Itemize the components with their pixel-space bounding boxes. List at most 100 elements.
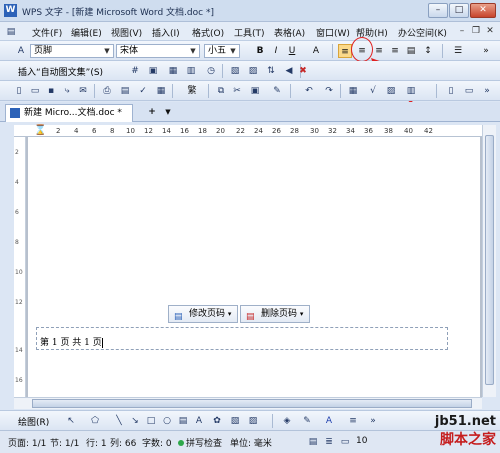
show-text-icon[interactable]: ▨ — [246, 64, 260, 78]
mail-icon[interactable]: ✉ — [76, 84, 90, 98]
document-page[interactable]: ▤ 修改页码 ▾ ▤ 删除页码 ▾ 第 1 页 共 1 页 — [28, 137, 480, 397]
traditional-chinese-button[interactable]: 繁 — [180, 84, 204, 98]
textbox-icon[interactable]: ▤ — [176, 414, 190, 428]
web-view-icon[interactable]: ▭ — [338, 435, 352, 449]
menu-office-space[interactable]: 办公空间(K) — [398, 26, 447, 39]
menu-window[interactable]: 窗口(W) — [316, 26, 350, 39]
print-icon[interactable]: ⎙ — [100, 84, 114, 98]
vertical-ruler[interactable]: 2 4 6 8 10 12 14 16 — [14, 137, 26, 397]
doc-restore-button[interactable]: ❐ — [470, 25, 482, 37]
underline-button[interactable]: U — [286, 44, 298, 58]
indent-marker-icon[interactable]: ⌛ — [34, 125, 46, 136]
edit-page-number-button[interactable]: ▤ 修改页码 ▾ — [168, 305, 239, 323]
format-painter-icon[interactable]: ✎ — [270, 84, 284, 98]
columns-icon[interactable]: ▯ — [444, 84, 458, 98]
date-icon[interactable]: ▥ — [184, 64, 198, 78]
spellcheck-icon[interactable]: ✓ — [136, 84, 150, 98]
undo-icon[interactable]: ↶ — [302, 84, 316, 98]
zoom-icon[interactable]: ▭ — [462, 84, 476, 98]
menu-tools[interactable]: 工具(T) — [234, 26, 265, 39]
menu-table[interactable]: 表格(A) — [274, 26, 305, 39]
export-pdf-icon[interactable]: ⤷ — [60, 84, 74, 98]
print-preview-icon[interactable]: ▤ — [118, 84, 132, 98]
maximize-button[interactable]: □ — [449, 3, 469, 18]
formula-icon[interactable]: √ — [366, 84, 380, 98]
previous-icon[interactable]: ◀ — [282, 64, 296, 78]
delete-page-number-label: 删除页码 — [261, 309, 298, 319]
new-tab-button[interactable]: + — [143, 105, 161, 119]
paste-icon[interactable]: ▣ — [248, 84, 262, 98]
open-icon[interactable]: ▭ — [28, 84, 42, 98]
italic-button[interactable]: I — [270, 44, 282, 58]
footer-area[interactable]: 第 1 页 共 1 页 — [36, 327, 448, 350]
insert-autotext-button[interactable]: 插入“自动图文集”(S) — [18, 65, 103, 78]
horizontal-ruler[interactable]: ⌛ 2 4 6 8 10 12 14 16 18 20 22 24 26 28 … — [14, 125, 484, 137]
numbering-button[interactable]: ☰ — [450, 44, 466, 58]
bold-button[interactable]: B — [254, 44, 266, 58]
vertical-scrollbar[interactable] — [482, 125, 496, 397]
autoshapes-icon[interactable]: ⬠ — [88, 414, 102, 428]
doc-menu-icon[interactable]: ▤ — [4, 25, 18, 39]
menu-insert[interactable]: 插入(I) — [152, 26, 180, 39]
fill-color-icon[interactable]: ◈ — [280, 414, 294, 428]
scroll-thumb[interactable] — [32, 399, 472, 408]
doc-minimize-button[interactable]: – — [456, 25, 468, 37]
time-icon[interactable]: ◷ — [204, 64, 218, 78]
font-color-icon[interactable]: A — [322, 414, 336, 428]
diagram-icon[interactable]: ✿ — [210, 414, 224, 428]
spellcheck-status[interactable]: 拼写检查 — [178, 436, 222, 449]
horizontal-scrollbar[interactable] — [14, 397, 482, 409]
page-view-icon[interactable]: ▤ — [306, 435, 320, 449]
page-number-icon[interactable]: # — [128, 64, 142, 78]
outline-view-icon[interactable]: ≣ — [322, 435, 336, 449]
font-color-button[interactable]: A — [310, 44, 322, 58]
tab-new-document[interactable]: 新建 Micro...文档.doc * — [5, 104, 133, 122]
switch-header-footer-icon[interactable]: ⇅ — [264, 64, 278, 78]
picture-icon[interactable]: ▨ — [246, 414, 260, 428]
oval-icon[interactable]: ○ — [160, 414, 174, 428]
arrow-icon[interactable]: ↘ — [128, 414, 142, 428]
wordart-icon[interactable]: A — [192, 414, 206, 428]
zoom-level[interactable]: 10 — [356, 436, 367, 446]
format-page-number-icon[interactable]: ▦ — [166, 64, 180, 78]
minimize-button[interactable]: – — [428, 3, 448, 18]
menu-edit[interactable]: 编辑(E) — [71, 26, 102, 39]
cut-icon[interactable]: ▦ — [154, 84, 168, 98]
more-options-button[interactable]: » — [478, 44, 494, 58]
copy-icon[interactable]: ⧉ — [214, 84, 228, 98]
insert-chart-icon[interactable]: ▥ — [404, 84, 418, 98]
menu-file[interactable]: 文件(F) — [32, 26, 62, 39]
insert-table-icon[interactable]: ▦ — [346, 84, 360, 98]
clipart-icon[interactable]: ▧ — [228, 414, 242, 428]
more-drawing-icon[interactable]: » — [366, 414, 380, 428]
menu-format[interactable]: 格式(O) — [192, 26, 224, 39]
page-setup-icon[interactable]: ▧ — [228, 64, 242, 78]
cut-scissors-icon[interactable]: ✂ — [230, 84, 244, 98]
delete-page-number-button[interactable]: ▤ 删除页码 ▾ — [240, 305, 311, 323]
line-spacing-button[interactable]: ↕ — [420, 44, 436, 58]
redo-icon[interactable]: ↷ — [322, 84, 336, 98]
line-color-icon[interactable]: ✎ — [300, 414, 314, 428]
select-pointer-icon[interactable]: ↖ — [64, 414, 78, 428]
page-count-icon[interactable]: ▣ — [146, 64, 160, 78]
menu-view[interactable]: 视图(V) — [111, 26, 142, 39]
style-dropdown[interactable]: 页脚 ▼ — [30, 44, 114, 58]
rectangle-icon[interactable]: □ — [144, 414, 158, 428]
footer-text[interactable]: 第 1 页 共 1 页 — [40, 335, 103, 348]
document-workspace: ▤ 修改页码 ▾ ▤ 删除页码 ▾ 第 1 页 共 1 页 — [26, 137, 482, 397]
close-header-footer-icon[interactable]: ✖ — [296, 64, 310, 78]
scroll-thumb[interactable] — [485, 135, 494, 385]
line-style-icon[interactable]: ≡ — [346, 414, 360, 428]
close-button[interactable]: ✕ — [470, 3, 496, 18]
font-size-dropdown[interactable]: 小五 ▼ — [204, 44, 240, 58]
more-toolbar-icon[interactable]: » — [480, 84, 494, 98]
line-icon[interactable]: ╲ — [112, 414, 126, 428]
new-document-icon[interactable]: ▯ — [12, 84, 26, 98]
font-dropdown[interactable]: 宋体 ▼ — [116, 44, 200, 58]
doc-close-button[interactable]: ✕ — [484, 25, 496, 37]
draw-menu-button[interactable]: 绘图(R) — [18, 415, 49, 428]
insert-picture-icon[interactable]: ▨ — [384, 84, 398, 98]
chevron-down-icon[interactable]: ▼ — [163, 105, 173, 119]
save-icon[interactable]: ▪ — [44, 84, 58, 98]
align-left-button[interactable]: ≡ — [338, 44, 352, 58]
